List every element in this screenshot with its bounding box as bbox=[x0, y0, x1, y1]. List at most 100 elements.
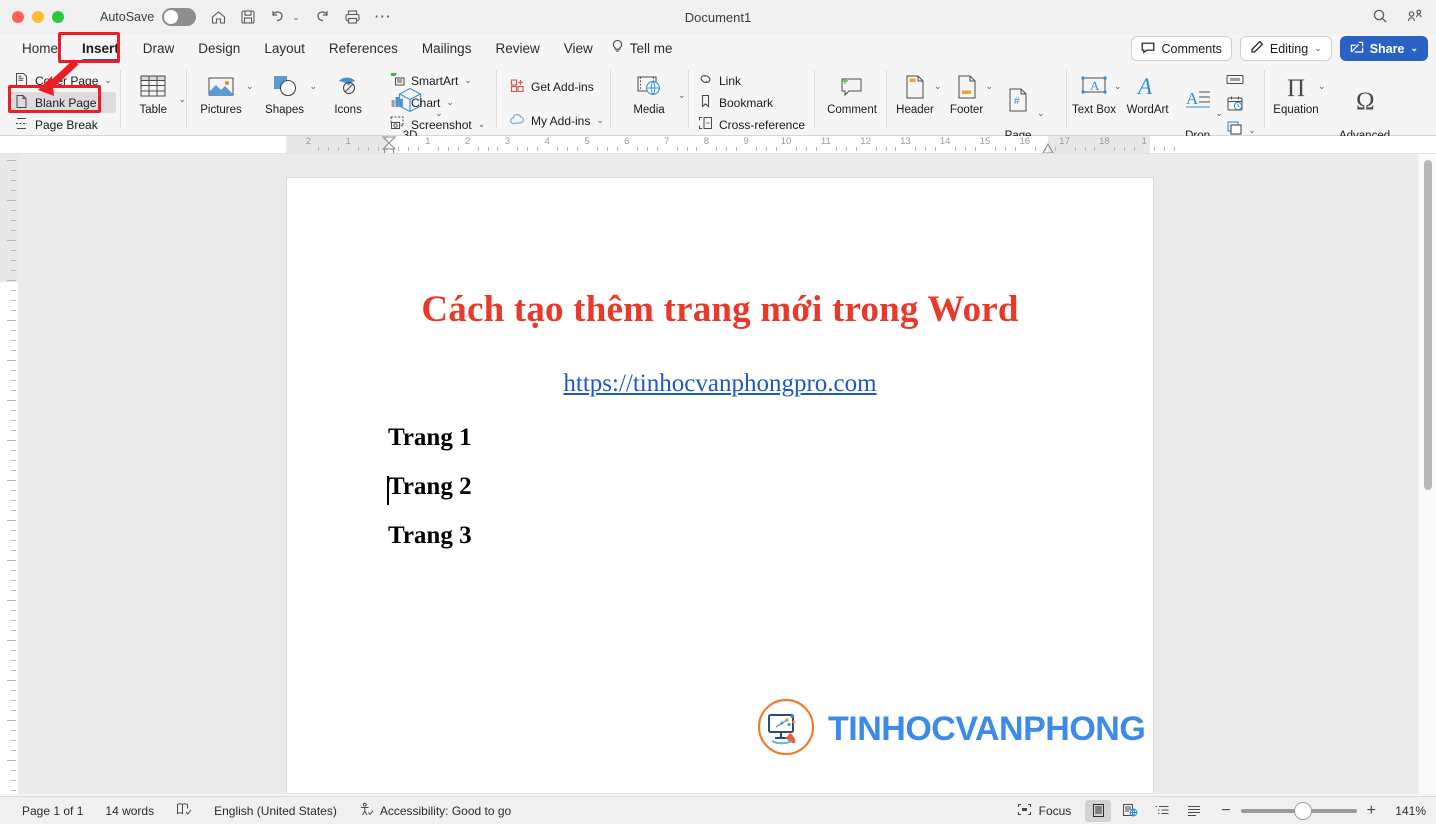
document-canvas[interactable]: Cách tạo thêm trang mới trong Word https… bbox=[18, 154, 1418, 794]
shapes-chevron-down-icon[interactable]: ⌄ bbox=[310, 81, 318, 92]
tab-insert[interactable]: Insert bbox=[70, 39, 131, 62]
zoom-slider-knob[interactable] bbox=[1294, 802, 1311, 819]
footer-chevron-down-icon[interactable]: ⌄ bbox=[986, 81, 994, 92]
editing-chevron-down-icon[interactable]: ⌄ bbox=[1314, 43, 1322, 54]
ruler-tick-label: 2 bbox=[464, 136, 471, 147]
tab-mailings[interactable]: Mailings bbox=[410, 39, 484, 58]
ribbon-item-text-box[interactable]: A Text Box bbox=[1068, 70, 1120, 117]
text-box-chevron-down-icon[interactable]: ⌄ bbox=[1114, 81, 1122, 92]
media-chevron-down-icon[interactable]: ⌄ bbox=[678, 90, 686, 101]
ribbon-item-pictures[interactable]: Pictures bbox=[190, 70, 252, 117]
zoom-out-button[interactable]: − bbox=[1221, 802, 1230, 820]
page-count[interactable]: Page 1 of 1 bbox=[22, 804, 83, 818]
ribbon-item-smartart[interactable]: SmartArt ⌄ bbox=[386, 70, 489, 91]
ribbon-item-icons[interactable]: Icons bbox=[317, 70, 379, 117]
ribbon-item-screenshot[interactable]: Screenshot ⌄ bbox=[386, 114, 489, 135]
table-chevron-down-icon[interactable]: ⌄ bbox=[178, 94, 186, 105]
tab-references[interactable]: References bbox=[317, 39, 410, 58]
tab-home[interactable]: Home bbox=[10, 39, 70, 58]
ruler-minor-tick bbox=[696, 147, 698, 151]
equation-chevron-down-icon[interactable]: ⌄ bbox=[1318, 81, 1326, 92]
chart-icon bbox=[390, 94, 405, 111]
undo-chevron-down-icon[interactable]: ⌄ bbox=[292, 12, 300, 23]
maximize-window-button[interactable] bbox=[52, 11, 64, 23]
comment-label: Comment bbox=[827, 104, 877, 116]
my-addins-chevron-down-icon[interactable]: ⌄ bbox=[596, 115, 604, 126]
vertical-ruler[interactable] bbox=[0, 154, 18, 794]
ribbon-item-comment[interactable]: Comment bbox=[821, 70, 883, 117]
zoom-slider[interactable] bbox=[1240, 802, 1357, 819]
zoom-control[interactable]: − + 141% bbox=[1221, 802, 1426, 820]
print-icon[interactable] bbox=[344, 9, 361, 25]
print-layout-view-button[interactable] bbox=[1085, 799, 1112, 822]
tab-draw[interactable]: Draw bbox=[131, 39, 187, 58]
tell-me-button[interactable]: Tell me bbox=[605, 39, 673, 57]
ruler-minor-tick bbox=[1014, 147, 1016, 151]
word-count[interactable]: 14 words bbox=[105, 804, 154, 818]
draft-view-button[interactable] bbox=[1181, 800, 1207, 822]
search-icon[interactable] bbox=[1372, 8, 1388, 29]
home-icon[interactable] bbox=[210, 9, 227, 26]
ribbon-item-media[interactable]: Media bbox=[618, 70, 680, 117]
editing-mode-button[interactable]: Editing ⌄ bbox=[1239, 36, 1332, 61]
ribbon-item-chart[interactable]: Chart ⌄ bbox=[386, 92, 489, 113]
ribbon-item-cover-page[interactable]: Cover Page ⌄ bbox=[10, 70, 116, 91]
accessibility-status[interactable]: Accessibility: Good to go bbox=[359, 802, 511, 820]
tab-view[interactable]: View bbox=[552, 39, 605, 58]
drop-cap-chevron-down-icon[interactable]: ⌄ bbox=[1216, 108, 1224, 119]
close-window-button[interactable] bbox=[12, 11, 24, 23]
screenshot-chevron-down-icon[interactable]: ⌄ bbox=[478, 119, 486, 130]
first-line-indent-marker[interactable] bbox=[381, 136, 397, 154]
language-status[interactable]: English (United States) bbox=[214, 804, 337, 818]
redo-icon[interactable] bbox=[313, 9, 331, 25]
ribbon-item-blank-page[interactable]: Blank Page bbox=[10, 92, 116, 113]
watermark-logo: TINHOCVANPHONG bbox=[756, 697, 1146, 762]
ribbon-item-footer[interactable]: Footer bbox=[942, 70, 992, 117]
undo-icon[interactable] bbox=[269, 9, 289, 25]
ribbon-item-header[interactable]: Header bbox=[890, 70, 940, 117]
ribbon-item-table[interactable]: Table bbox=[124, 70, 182, 117]
ribbon-item-equation[interactable]: Π Equation bbox=[1268, 70, 1324, 117]
tab-layout[interactable]: Layout bbox=[252, 39, 317, 58]
chart-chevron-down-icon[interactable]: ⌄ bbox=[446, 97, 454, 108]
cover-page-chevron-down-icon[interactable]: ⌄ bbox=[104, 75, 112, 86]
ribbon-item-cross-reference[interactable]: Cross-reference bbox=[694, 114, 809, 135]
date-time-icon[interactable] bbox=[1225, 95, 1256, 117]
signature-line-icon[interactable] bbox=[1225, 72, 1256, 92]
ribbon-item-shapes[interactable]: Shapes bbox=[254, 70, 316, 117]
share-button[interactable]: Share ⌄ bbox=[1339, 36, 1428, 61]
more-options-icon[interactable]: ⋯ bbox=[374, 8, 391, 25]
save-icon[interactable] bbox=[240, 9, 256, 25]
svg-text:Π: Π bbox=[1287, 75, 1305, 101]
document-link[interactable]: https://tinhocvanphongpro.com bbox=[287, 370, 1153, 398]
zoom-in-button[interactable]: + bbox=[1367, 802, 1376, 820]
horizontal-ruler[interactable]: 2 1 1 2 3 4 5 6 7 8 9 10 11 12 13 14 15 16 17 18 1 bbox=[0, 136, 1436, 154]
pictures-chevron-down-icon[interactable]: ⌄ bbox=[246, 81, 254, 92]
minimize-window-button[interactable] bbox=[32, 11, 44, 23]
smartart-chevron-down-icon[interactable]: ⌄ bbox=[464, 75, 472, 86]
autosave-control[interactable]: AutoSave bbox=[100, 8, 197, 26]
ribbon-item-my-addins[interactable]: My Add-ins ⌄ bbox=[506, 110, 608, 131]
comments-button[interactable]: Comments bbox=[1131, 36, 1232, 61]
right-indent-marker[interactable] bbox=[1041, 142, 1055, 154]
collaborators-icon[interactable] bbox=[1406, 8, 1424, 29]
ribbon-item-get-addins[interactable]: Get Add-ins bbox=[506, 76, 608, 97]
autosave-toggle[interactable] bbox=[162, 8, 197, 26]
tab-review[interactable]: Review bbox=[483, 39, 551, 58]
page-number-chevron-down-icon[interactable]: ⌄ bbox=[1037, 108, 1045, 119]
zoom-level-label[interactable]: 141% bbox=[1386, 804, 1426, 818]
ribbon-item-page-break[interactable]: Page Break bbox=[10, 114, 116, 135]
header-chevron-down-icon[interactable]: ⌄ bbox=[934, 81, 942, 92]
vertical-scrollbar-thumb[interactable] bbox=[1424, 160, 1432, 490]
object-chevron-down-icon[interactable]: ⌄ bbox=[1248, 125, 1256, 136]
focus-button[interactable]: Focus bbox=[1017, 803, 1071, 819]
ribbon-item-bookmark[interactable]: Bookmark bbox=[694, 92, 809, 113]
ribbon-item-link[interactable]: Link bbox=[694, 70, 809, 91]
share-chevron-down-icon[interactable]: ⌄ bbox=[1410, 43, 1418, 54]
ribbon-item-wordart[interactable]: A WordArt bbox=[1122, 70, 1174, 117]
outline-view-button[interactable] bbox=[1149, 800, 1175, 822]
proofing-status[interactable] bbox=[176, 802, 192, 819]
web-layout-view-button[interactable] bbox=[1117, 800, 1143, 822]
tab-design[interactable]: Design bbox=[186, 39, 252, 58]
ruler-minor-tick bbox=[477, 147, 479, 151]
